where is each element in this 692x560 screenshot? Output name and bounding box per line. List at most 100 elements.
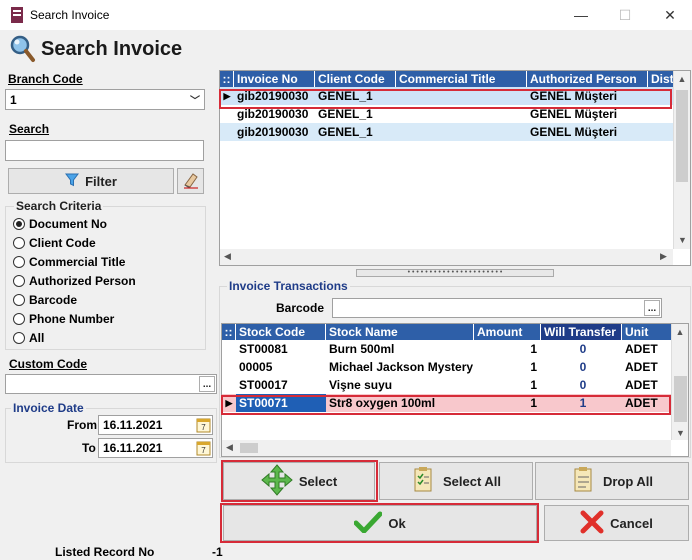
cell-unit: ADET [625, 342, 658, 356]
col-dist[interactable]: Dist [648, 71, 675, 87]
cell-amount: 1 [530, 342, 537, 356]
scroll-left-icon[interactable]: ◀ [226, 442, 233, 453]
custom-code-input[interactable] [5, 374, 217, 394]
app-icon [9, 6, 25, 24]
col-authorized-person[interactable]: Authorized Person [527, 71, 648, 87]
chevron-down-icon: ﹀ [190, 96, 200, 107]
col-commercial-title[interactable]: Commercial Title [396, 71, 527, 87]
listed-record-label: Listed Record No [55, 545, 155, 559]
barcode-input[interactable] [332, 298, 662, 318]
radio-dot [13, 274, 25, 287]
table-row[interactable]: ST00017 Vişne suyu 1 0 ADET [222, 376, 688, 394]
search-input[interactable] [5, 140, 204, 161]
col-will-transfer[interactable]: Will Transfer [541, 324, 622, 340]
scroll-thumb[interactable] [676, 90, 688, 182]
cell-will-transfer[interactable]: 0 [541, 376, 622, 394]
scroll-thumb[interactable] [674, 376, 687, 422]
branch-code-select[interactable]: 1 ﹀ [5, 89, 205, 110]
criteria-commercial-title[interactable]: Commercial Title [13, 252, 136, 271]
highlight-transaction-row [221, 395, 671, 415]
criteria-barcode[interactable]: Barcode [13, 290, 136, 309]
row-indicator [222, 376, 236, 394]
close-button[interactable]: ✕ [655, 4, 685, 26]
table-row[interactable]: 00005 Michael Jackson Mystery 1 0 ADET [222, 358, 688, 376]
transactions-grid-header: :: Stock Code Stock Name Amount Will Tra… [222, 324, 688, 340]
radio-dot [13, 236, 25, 249]
branch-code-label: Branch Code [8, 72, 83, 86]
highlight-select-button [221, 460, 378, 502]
grid-corner: :: [222, 324, 236, 340]
col-stock-code[interactable]: Stock Code [236, 324, 326, 340]
scroll-up-icon[interactable]: ▲ [672, 327, 688, 337]
drop-all-button[interactable]: Drop All [535, 462, 689, 500]
cell-stock-name: Burn 500ml [329, 342, 395, 356]
maximize-button[interactable]: ☐ [610, 4, 640, 26]
eraser-button[interactable] [177, 168, 204, 194]
transactions-horizontal-scrollbar[interactable]: ◀ [222, 440, 671, 456]
scroll-down-icon[interactable]: ▼ [674, 235, 691, 245]
col-amount[interactable]: Amount [474, 324, 541, 340]
col-client-code[interactable]: Client Code [315, 71, 396, 87]
cell-will-transfer[interactable]: 0 [541, 358, 622, 376]
page-header: Search Invoice [0, 30, 692, 66]
invoice-vertical-scrollbar[interactable]: ▲ ▼ [673, 71, 690, 249]
cancel-label: Cancel [610, 515, 653, 531]
cell-invoice-no: gib20190030 [237, 125, 309, 139]
splitter-handle[interactable]: • • • • • • • • • • • • • • • • • • • • … [356, 269, 554, 277]
criteria-label: Phone Number [29, 311, 115, 326]
criteria-phone-number[interactable]: Phone Number [13, 309, 136, 328]
col-stock-name[interactable]: Stock Name [326, 324, 474, 340]
criteria-label: Barcode [29, 292, 78, 307]
cell-stock-code: ST00081 [239, 342, 288, 356]
title-bar: Search Invoice — ☐ ✕ [0, 0, 692, 30]
cell-authorized-person: GENEL Müşteri [530, 125, 618, 139]
custom-code-label: Custom Code [9, 357, 87, 371]
col-unit[interactable]: Unit [622, 324, 672, 340]
barcode-browse-button[interactable]: ... [644, 300, 660, 316]
select-all-button[interactable]: Select All [379, 462, 533, 500]
svg-text:7: 7 [201, 446, 206, 455]
criteria-client-code[interactable]: Client Code [13, 233, 136, 252]
transactions-vertical-scrollbar[interactable]: ▲ ▼ [671, 324, 688, 440]
row-indicator [222, 340, 236, 358]
checklist-icon [411, 466, 437, 497]
search-criteria-label: Search Criteria [14, 199, 104, 213]
invoice-horizontal-scrollbar[interactable]: ◀ ▶ [220, 249, 673, 265]
window-title: Search Invoice [30, 8, 110, 22]
minimize-button[interactable]: — [566, 4, 596, 26]
criteria-document-no[interactable]: Document No [13, 214, 136, 233]
criteria-authorized-person[interactable]: Authorized Person [13, 271, 136, 290]
from-label: From [67, 418, 97, 432]
scroll-left-icon[interactable]: ◀ [224, 251, 231, 262]
radio-dot [13, 293, 25, 306]
criteria-label: Document No [29, 216, 107, 231]
transactions-label: Invoice Transactions [227, 279, 350, 293]
highlight-ok-button [220, 503, 539, 543]
clipboard-icon [571, 466, 597, 497]
table-row[interactable]: ST00081 Burn 500ml 1 0 ADET [222, 340, 688, 358]
row-indicator [220, 123, 234, 141]
scroll-thumb[interactable] [240, 443, 258, 453]
filter-label: Filter [85, 173, 117, 189]
filter-button[interactable]: Filter [8, 168, 174, 194]
radio-dot [13, 312, 25, 325]
scroll-right-icon[interactable]: ▶ [660, 251, 667, 262]
radio-dot [13, 331, 25, 344]
cell-will-transfer[interactable]: 0 [541, 340, 622, 358]
custom-code-browse-button[interactable]: ... [199, 376, 215, 392]
col-invoice-no[interactable]: Invoice No [234, 71, 315, 87]
calendar-icon[interactable]: 7 [196, 417, 211, 436]
criteria-all[interactable]: All [13, 328, 136, 347]
drop-all-label: Drop All [602, 473, 654, 489]
page-title: Search Invoice [41, 38, 183, 60]
table-row[interactable]: gib20190030 GENEL_1 GENEL Müşteri [220, 123, 690, 141]
calendar-icon[interactable]: 7 [196, 440, 211, 459]
row-indicator [222, 358, 236, 376]
cell-commercial-title [396, 123, 527, 141]
funnel-icon [65, 173, 80, 190]
scroll-up-icon[interactable]: ▲ [674, 74, 690, 84]
to-label: To [82, 441, 96, 455]
cancel-button[interactable]: Cancel [544, 505, 689, 541]
invoice-date-label: Invoice Date [11, 401, 86, 415]
scroll-down-icon[interactable]: ▼ [672, 428, 689, 438]
